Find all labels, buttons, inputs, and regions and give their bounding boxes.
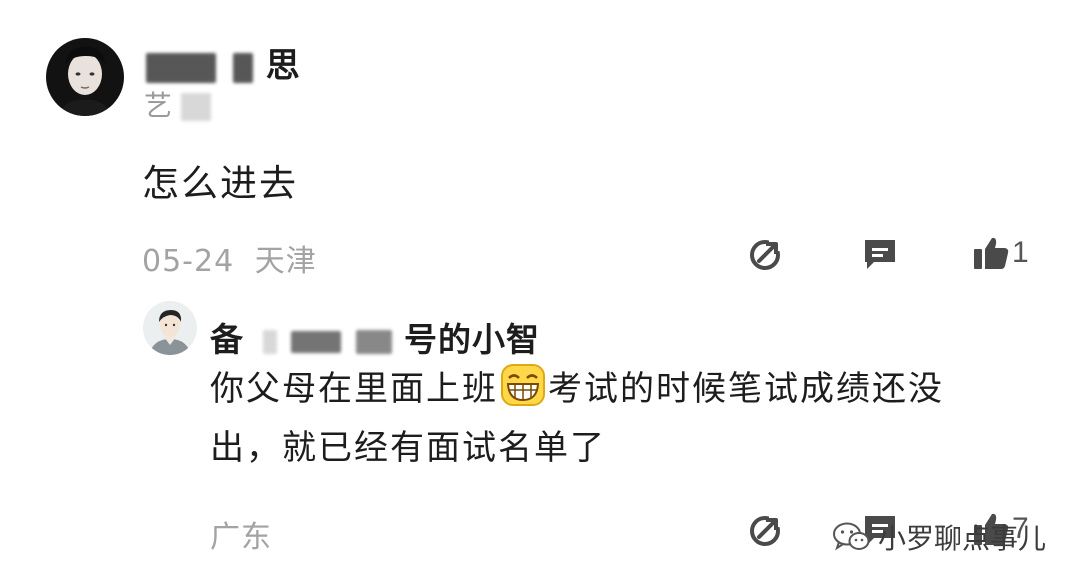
blurred-name: [291, 330, 341, 353]
like-count: 1: [1012, 236, 1029, 269]
replier-name-suffix: 号的小智: [404, 320, 540, 359]
comment-date: 05-24: [142, 244, 235, 279]
reply-share-button[interactable]: [748, 512, 784, 548]
commenter-avatar[interactable]: [46, 38, 124, 116]
replier-avatar[interactable]: [143, 301, 197, 355]
wechat-icon: [832, 522, 870, 551]
blurred-name: [262, 329, 277, 354]
commenter-subtitle-visible: 艺: [144, 89, 173, 122]
reply-text-part2: 考试的时候笔试成绩还没: [548, 369, 944, 409]
reply-text-part1: 你父母在里面上班: [210, 369, 498, 409]
replier-name[interactable]: 备 号的小智: [210, 313, 540, 361]
commenter-subtitle: 艺: [144, 84, 211, 124]
reply-button[interactable]: [862, 236, 898, 272]
comment-meta: 05-24 天津: [142, 236, 317, 280]
share-icon: [750, 514, 782, 546]
reply-body: 你父母在里面上班 考试的时候笔试成绩还没 出，就已经有面试名单了: [210, 360, 1030, 478]
watermark: 小罗聊点事儿: [832, 517, 1046, 557]
blurred-subtitle: [180, 93, 211, 121]
blurred-name: [146, 52, 216, 83]
comment-location: 天津: [254, 244, 317, 279]
share-icon: [750, 238, 782, 270]
comment-body: 怎么进去: [142, 162, 298, 205]
grinning-emoji: [501, 364, 545, 406]
reply-icon: [865, 240, 895, 269]
blurred-name: [232, 52, 253, 83]
watermark-text: 小罗聊点事儿: [877, 522, 1046, 555]
share-button[interactable]: [748, 236, 784, 272]
reply-location: 广东: [210, 520, 272, 555]
reply-text-line2: 出，就已经有面试名单了: [210, 428, 606, 468]
like-button[interactable]: 1: [972, 234, 1029, 272]
blurred-name: [355, 329, 392, 354]
replier-name-prefix: 备: [210, 320, 244, 359]
commenter-name-visible: 思: [265, 46, 301, 86]
commenter-name[interactable]: 思: [146, 38, 301, 87]
thumbs-up-icon: [974, 237, 1009, 269]
